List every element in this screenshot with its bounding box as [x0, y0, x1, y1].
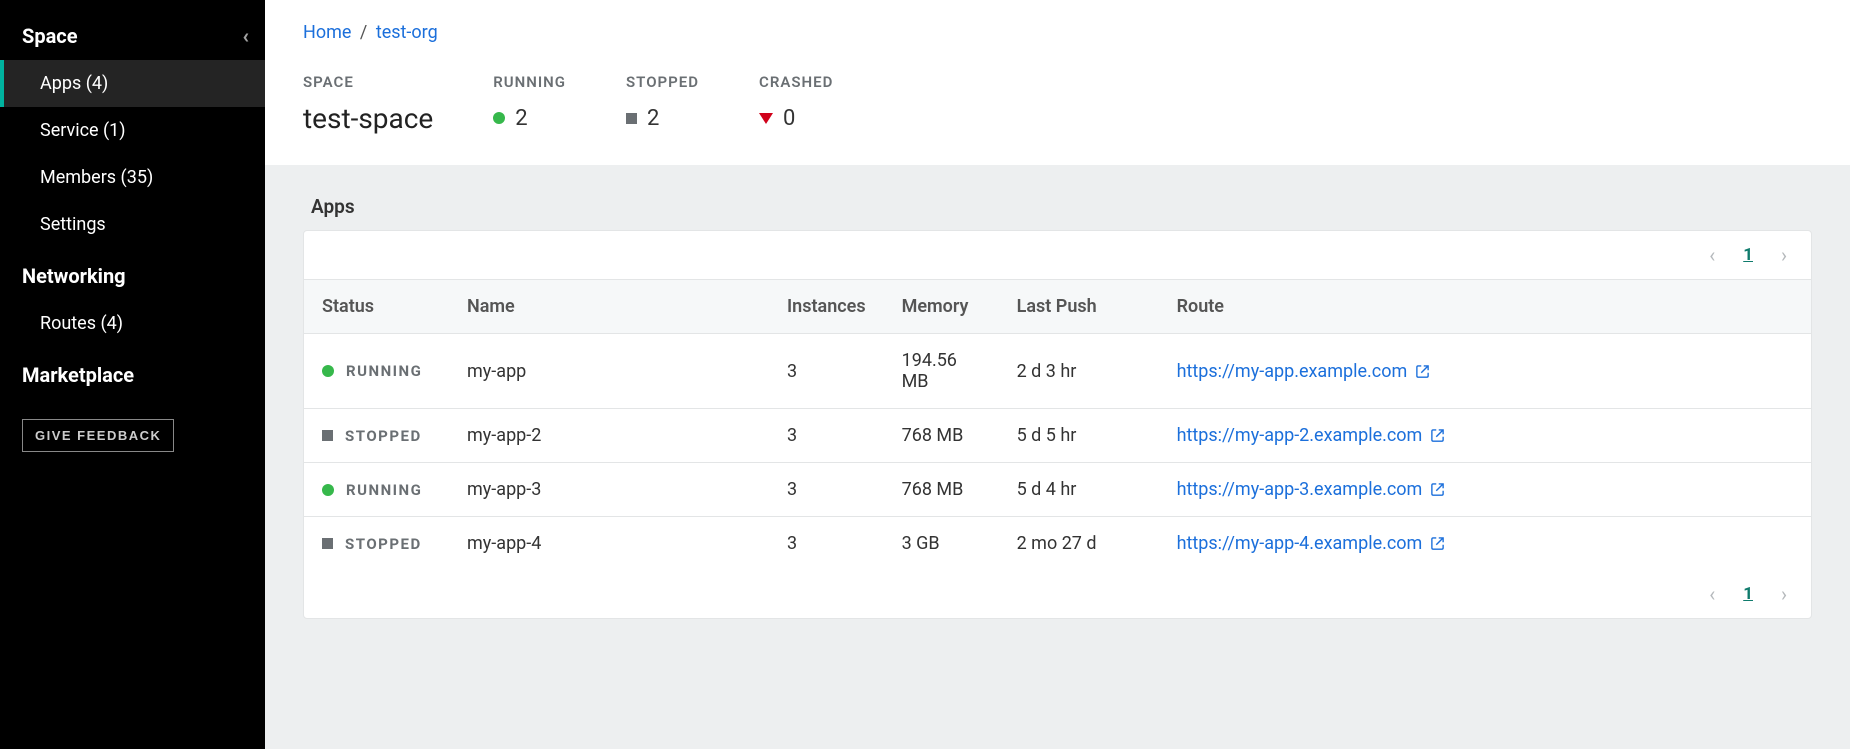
cell-name[interactable]: my-app-4: [449, 517, 769, 571]
status-text: STOPPED: [345, 535, 422, 553]
sidebar-item-label: Settings: [40, 214, 106, 235]
route-url: https://my-app-4.example.com: [1177, 533, 1423, 554]
cell-name[interactable]: my-app-3: [449, 463, 769, 517]
pager-prev-icon[interactable]: ‹: [1709, 243, 1715, 267]
cell-instances: 3: [769, 409, 884, 463]
stat-stopped-label: STOPPED: [626, 73, 699, 91]
stat-space: SPACE test-space: [303, 73, 433, 135]
give-feedback-button[interactable]: GIVE FEEDBACK: [22, 419, 174, 452]
stopped-status-icon: [322, 538, 333, 549]
sidebar-item-label: Apps (4): [40, 73, 108, 94]
pager-page-number[interactable]: 1: [1743, 584, 1753, 604]
pager-next-icon[interactable]: ›: [1781, 243, 1787, 267]
pager-bottom: ‹ 1 ›: [304, 570, 1811, 618]
route-link[interactable]: https://my-app-2.example.com: [1177, 425, 1446, 446]
status-text: RUNNING: [346, 481, 422, 499]
stopped-status-icon: [626, 113, 637, 124]
stat-stopped: STOPPED 2: [626, 73, 699, 135]
content-area: Apps ‹ 1 › Status Name Instances Memory …: [265, 165, 1850, 749]
cell-last-push: 2 d 3 hr: [999, 334, 1159, 409]
col-header-memory[interactable]: Memory: [884, 280, 999, 334]
cell-last-push: 2 mo 27 d: [999, 517, 1159, 571]
stat-running: RUNNING 2: [493, 73, 566, 135]
cell-name[interactable]: my-app: [449, 334, 769, 409]
sidebar-item-members[interactable]: Members (35): [0, 154, 265, 201]
cell-memory: 768 MB: [884, 409, 999, 463]
table-row[interactable]: RUNNING my-app-33768 MB5 d 4 hr https://my…: [304, 463, 1811, 517]
cell-instances: 3: [769, 517, 884, 571]
stat-crashed-count: 0: [783, 106, 795, 131]
col-header-instances[interactable]: Instances: [769, 280, 884, 334]
breadcrumb-home-link[interactable]: Home: [303, 22, 351, 43]
cell-memory: 3 GB: [884, 517, 999, 571]
sidebar-section-networking-header: Networking: [0, 248, 265, 300]
external-link-icon: [1430, 428, 1445, 443]
sidebar-section-space-title: Space: [22, 24, 78, 48]
pager-top: ‹ 1 ›: [304, 231, 1811, 279]
main-area: Home / test-org SPACE test-space RUNNING…: [265, 0, 1850, 749]
table-header-row: Status Name Instances Memory Last Push R…: [304, 280, 1811, 334]
cell-instances: 3: [769, 463, 884, 517]
sidebar-item-label: Service (1): [40, 120, 126, 141]
route-url: https://my-app.example.com: [1177, 361, 1408, 382]
stat-space-label: SPACE: [303, 73, 433, 91]
sidebar-section-marketplace-header[interactable]: Marketplace: [0, 347, 265, 399]
apps-table: Status Name Instances Memory Last Push R…: [304, 279, 1811, 570]
cell-last-push: 5 d 4 hr: [999, 463, 1159, 517]
col-header-last-push[interactable]: Last Push: [999, 280, 1159, 334]
sidebar-item-settings[interactable]: Settings: [0, 201, 265, 248]
table-row[interactable]: RUNNING my-app3194.56 MB2 d 3 hr https://m…: [304, 334, 1811, 409]
pager-prev-icon[interactable]: ‹: [1709, 582, 1715, 606]
cell-instances: 3: [769, 334, 884, 409]
sidebar-section-space-header: Space ‹‹: [0, 18, 265, 60]
route-link[interactable]: https://my-app.example.com: [1177, 361, 1431, 382]
sidebar-item-label: Routes (4): [40, 313, 123, 334]
external-link-icon: [1430, 536, 1445, 551]
status-text: RUNNING: [346, 362, 422, 380]
stopped-status-icon: [322, 430, 333, 441]
pager-next-icon[interactable]: ›: [1781, 582, 1787, 606]
cell-memory: 768 MB: [884, 463, 999, 517]
route-link[interactable]: https://my-app-4.example.com: [1177, 533, 1446, 554]
space-stats: SPACE test-space RUNNING 2 STOPPED 2: [303, 73, 1812, 135]
running-status-icon: [493, 112, 505, 124]
route-url: https://my-app-2.example.com: [1177, 425, 1423, 446]
route-link[interactable]: https://my-app-3.example.com: [1177, 479, 1446, 500]
stat-crashed: CRASHED 0: [759, 73, 833, 135]
status-text: STOPPED: [345, 427, 422, 445]
breadcrumb-org-link[interactable]: test-org: [376, 22, 438, 43]
running-status-icon: [322, 484, 334, 496]
col-header-name[interactable]: Name: [449, 280, 769, 334]
stat-stopped-count: 2: [647, 106, 659, 131]
apps-card: ‹ 1 › Status Name Instances Memory Last …: [303, 230, 1812, 619]
table-row[interactable]: STOPPED my-app-433 GB2 mo 27 d https://my-…: [304, 517, 1811, 571]
space-name: test-space: [303, 102, 433, 135]
page-header: Home / test-org SPACE test-space RUNNING…: [265, 0, 1850, 165]
sidebar-section-marketplace-title: Marketplace: [22, 363, 134, 387]
cell-name[interactable]: my-app-2: [449, 409, 769, 463]
cell-memory: 194.56 MB: [884, 334, 999, 409]
route-url: https://my-app-3.example.com: [1177, 479, 1423, 500]
col-header-status[interactable]: Status: [304, 280, 449, 334]
sidebar: Space ‹‹ Apps (4) Service (1) Members (3…: [0, 0, 265, 749]
pager-page-number[interactable]: 1: [1743, 245, 1753, 265]
col-header-route[interactable]: Route: [1159, 280, 1811, 334]
apps-panel-title: Apps: [311, 195, 1812, 218]
breadcrumb: Home / test-org: [303, 22, 1812, 43]
cell-last-push: 5 d 5 hr: [999, 409, 1159, 463]
sidebar-item-label: Members (35): [40, 167, 153, 188]
sidebar-section-networking-title: Networking: [22, 264, 126, 288]
sidebar-item-service[interactable]: Service (1): [0, 107, 265, 154]
stat-running-label: RUNNING: [493, 73, 566, 91]
running-status-icon: [322, 365, 334, 377]
external-link-icon: [1415, 364, 1430, 379]
crashed-status-icon: [759, 113, 773, 124]
sidebar-item-routes[interactable]: Routes (4): [0, 300, 265, 347]
sidebar-item-apps[interactable]: Apps (4): [0, 60, 265, 107]
breadcrumb-separator: /: [360, 22, 367, 43]
external-link-icon: [1430, 482, 1445, 497]
table-row[interactable]: STOPPED my-app-23768 MB5 d 5 hr https://my…: [304, 409, 1811, 463]
stat-running-count: 2: [515, 106, 527, 131]
stat-crashed-label: CRASHED: [759, 73, 833, 91]
